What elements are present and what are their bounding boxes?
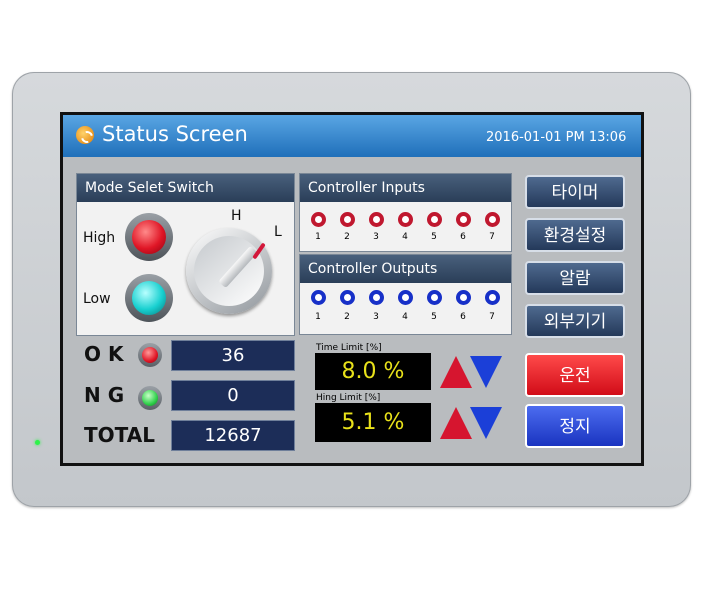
input-indicator <box>369 212 384 227</box>
channel-number: 4 <box>402 232 408 242</box>
channel-number: 2 <box>344 312 350 322</box>
high-lamp <box>125 213 173 261</box>
channel-number: 1 <box>315 232 321 242</box>
channel-number: 4 <box>402 312 408 322</box>
ok-count: 36 <box>171 340 295 371</box>
channel-number: 5 <box>431 232 437 242</box>
knob-l-label: L <box>274 224 282 240</box>
high-label: High <box>83 230 116 246</box>
output-indicator <box>427 290 442 305</box>
channel-number: 3 <box>373 312 379 322</box>
input-indicator <box>340 212 355 227</box>
output-indicator <box>456 290 471 305</box>
hing-limit-down-button[interactable] <box>470 407 502 439</box>
controller-outputs-title: Controller Outputs <box>300 255 511 283</box>
output-indicator <box>311 290 326 305</box>
output-indicator <box>398 290 413 305</box>
ok-lamp <box>138 343 162 367</box>
low-label: Low <box>83 291 111 307</box>
time-limit-up-button[interactable] <box>440 356 472 388</box>
time-limit-value[interactable]: 8.0 % <box>315 353 431 390</box>
knob-h-label: H <box>231 208 242 224</box>
input-indicator <box>427 212 442 227</box>
low-lamp <box>125 274 173 322</box>
time-limit-label: Time Limit [%] <box>316 343 382 353</box>
logo-icon <box>76 126 94 144</box>
input-indicator <box>485 212 500 227</box>
input-indicator <box>311 212 326 227</box>
output-indicator <box>369 290 384 305</box>
ng-count: 0 <box>171 380 295 411</box>
hing-limit-value[interactable]: 5.1 % <box>315 403 431 442</box>
channel-number: 7 <box>489 232 495 242</box>
input-indicator <box>456 212 471 227</box>
timer-button[interactable]: 타이머 <box>525 175 625 209</box>
high-lamp-light <box>132 220 166 254</box>
channel-number: 7 <box>489 312 495 322</box>
ok-label: O K <box>84 342 124 366</box>
time-limit-down-button[interactable] <box>470 356 502 388</box>
channel-number: 6 <box>460 232 466 242</box>
power-led <box>35 440 40 445</box>
alarm-button[interactable]: 알람 <box>525 261 625 295</box>
run-button[interactable]: 운전 <box>525 353 625 397</box>
output-indicator <box>340 290 355 305</box>
channel-number: 6 <box>460 312 466 322</box>
hing-limit-up-button[interactable] <box>440 407 472 439</box>
total-label: TOTAL <box>84 423 155 447</box>
channel-number: 2 <box>344 232 350 242</box>
stop-button[interactable]: 정지 <box>525 404 625 448</box>
hing-limit-label: Hing Limit [%] <box>316 393 381 403</box>
datetime-display: 2016-01-01 PM 13:06 <box>486 130 627 145</box>
mode-switch-title: Mode Selet Switch <box>77 174 294 202</box>
ng-lamp <box>138 386 162 410</box>
total-count: 12687 <box>171 420 295 451</box>
channel-number: 1 <box>315 312 321 322</box>
channel-number: 5 <box>431 312 437 322</box>
ng-label: N G <box>84 383 125 407</box>
external-devices-button[interactable]: 외부기기 <box>525 304 625 338</box>
controller-inputs-title: Controller Inputs <box>300 174 511 202</box>
env-settings-button[interactable]: 환경설정 <box>525 218 625 252</box>
channel-number: 3 <box>373 232 379 242</box>
low-lamp-light <box>132 281 166 315</box>
output-indicator <box>485 290 500 305</box>
page-title: Status Screen <box>102 122 248 146</box>
input-indicator <box>398 212 413 227</box>
